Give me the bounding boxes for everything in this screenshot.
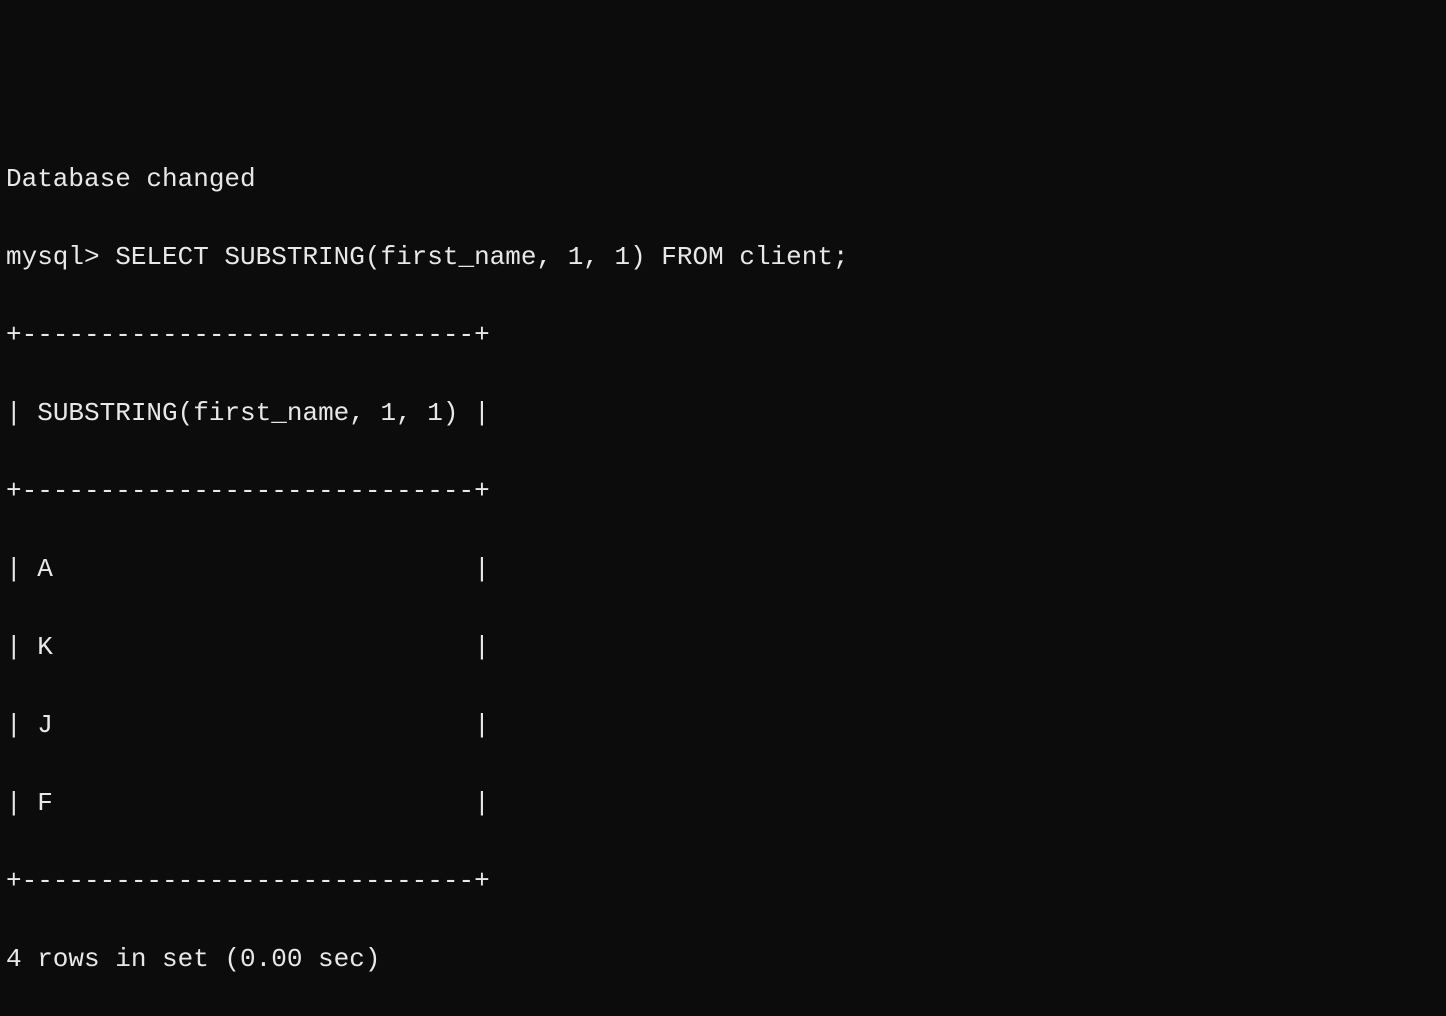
- db-changed-message: Database changed: [6, 160, 1440, 199]
- column-header: SUBSTRING(first_name, 1, 1): [37, 398, 458, 428]
- table-border-mid: +-----------------------------+: [6, 472, 1440, 511]
- table-border-top: +-----------------------------+: [6, 316, 1440, 355]
- result-summary: 4 rows in set (0.00 sec): [6, 940, 1440, 979]
- table-row: | J |: [6, 706, 1440, 745]
- table-row: | K |: [6, 628, 1440, 667]
- table-border-bottom: +-----------------------------+: [6, 862, 1440, 901]
- sql-query: SELECT SUBSTRING(first_name, 1, 1) FROM …: [115, 242, 848, 272]
- query-line: mysql> SELECT SUBSTRING(first_name, 1, 1…: [6, 238, 1440, 277]
- table-header-row: | SUBSTRING(first_name, 1, 1) |: [6, 394, 1440, 433]
- mysql-prompt: mysql>: [6, 242, 115, 272]
- table-row: | A |: [6, 550, 1440, 589]
- table-row: | F |: [6, 784, 1440, 823]
